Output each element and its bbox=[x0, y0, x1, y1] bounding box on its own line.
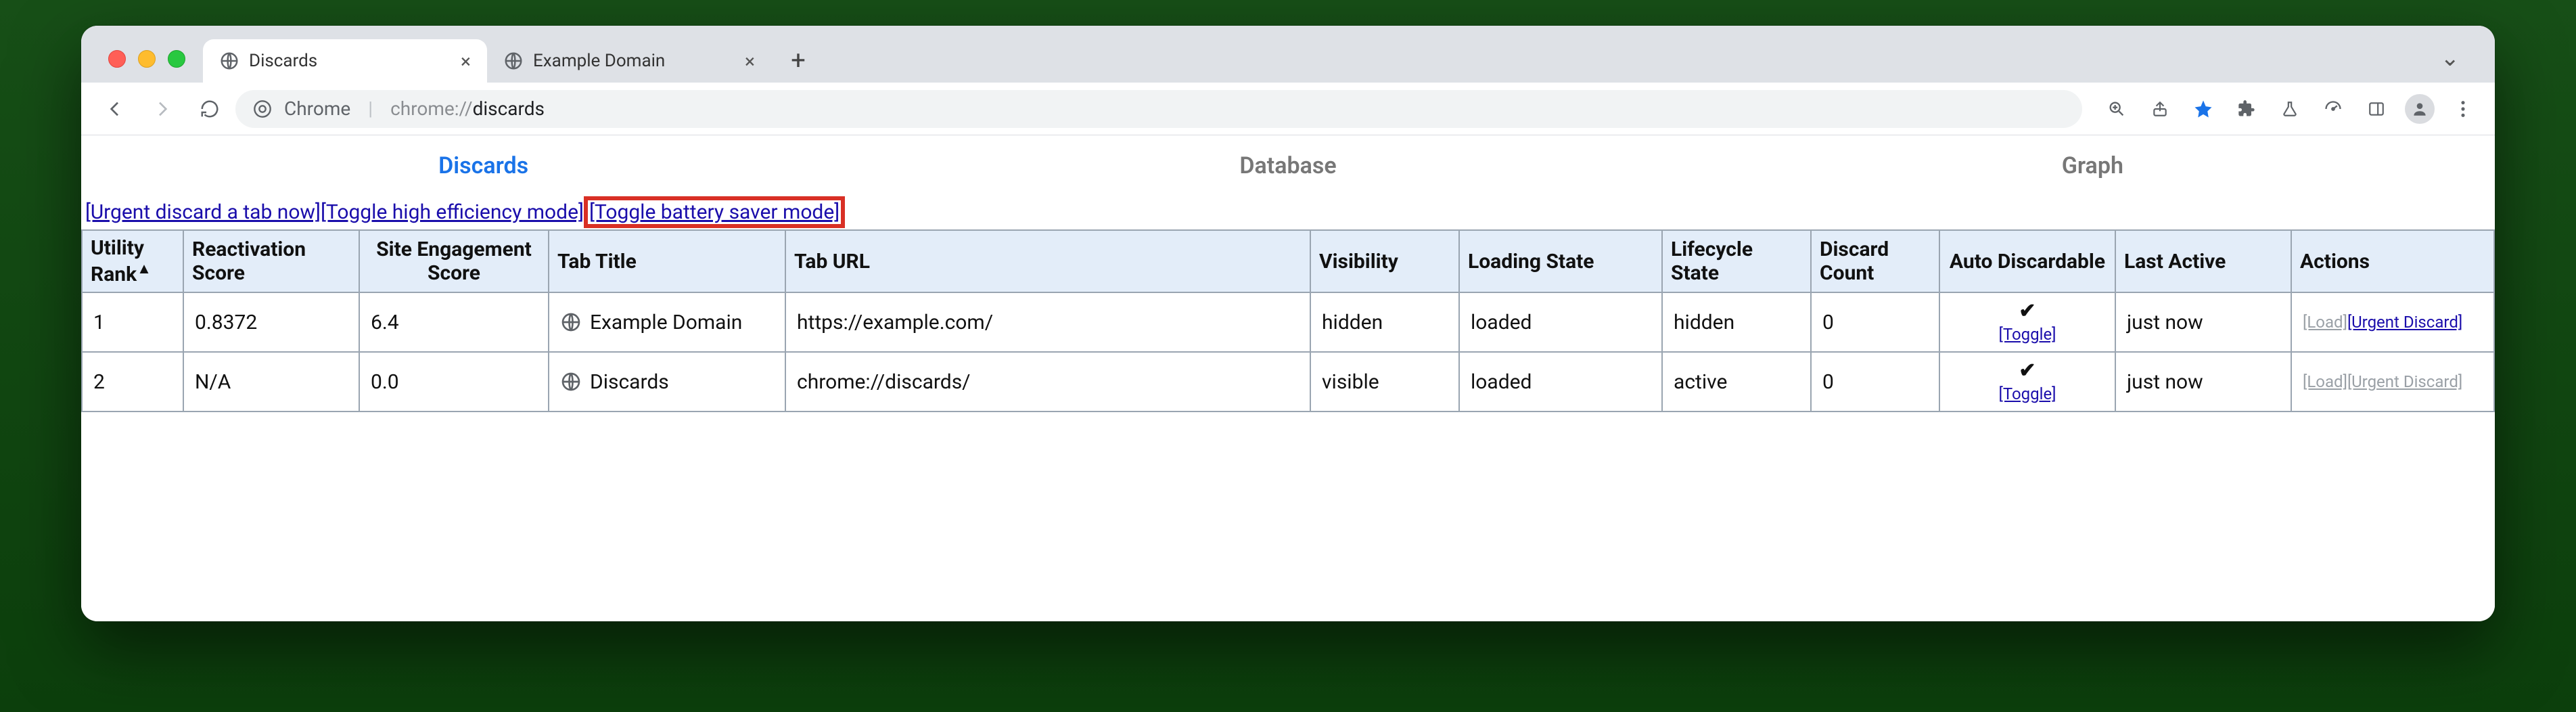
cell-actions: [Load][Urgent Discard] bbox=[2291, 352, 2494, 411]
browser-tab-example[interactable]: Example Domain × bbox=[487, 39, 771, 83]
cell-auto-discardable: ✔ [Toggle] bbox=[1939, 292, 2115, 352]
cell-utility: 2 bbox=[82, 352, 183, 411]
window-controls bbox=[97, 50, 203, 83]
discards-table: Utility Rank▲ Reactivation Score Site En… bbox=[81, 229, 2495, 412]
cell-loading: loaded bbox=[1459, 352, 1662, 411]
urgent-discard-now-link[interactable]: [Urgent discard a tab now] bbox=[85, 200, 321, 224]
cell-visibility: visible bbox=[1310, 352, 1459, 411]
checkmark-icon: ✔ bbox=[1951, 359, 2104, 382]
col-utility-rank[interactable]: Utility Rank▲ bbox=[82, 230, 183, 292]
labs-flask-icon[interactable] bbox=[2270, 89, 2309, 129]
auto-discardable-toggle-link[interactable]: [Toggle] bbox=[1998, 325, 2056, 344]
subnav-graph[interactable]: Graph bbox=[1690, 152, 2495, 179]
subnav-discards[interactable]: Discards bbox=[81, 152, 886, 179]
col-tab-url[interactable]: Tab URL bbox=[785, 230, 1310, 292]
cell-visibility: hidden bbox=[1310, 292, 1459, 352]
subnav-database[interactable]: Database bbox=[886, 152, 1690, 179]
cell-discard-count: 0 bbox=[1811, 292, 1939, 352]
minimize-window-button[interactable] bbox=[138, 50, 156, 68]
tab-strip: Discards × Example Domain × + ⌄ bbox=[81, 26, 2495, 83]
cell-tab-title: Discards bbox=[549, 352, 785, 411]
auto-discardable-toggle-link[interactable]: [Toggle] bbox=[1998, 384, 2056, 403]
share-icon[interactable] bbox=[2140, 89, 2180, 129]
cell-last-active: just now bbox=[2115, 292, 2291, 352]
tab-title: Discards bbox=[249, 51, 317, 71]
urgent-discard-link[interactable]: [Urgent Discard] bbox=[2347, 313, 2462, 332]
maximize-window-button[interactable] bbox=[168, 50, 185, 68]
checkmark-icon: ✔ bbox=[1951, 300, 2104, 322]
toolbar: Chrome | chrome://discards bbox=[81, 83, 2495, 135]
forward-button bbox=[141, 87, 184, 131]
omnibox-url: chrome://discards bbox=[390, 97, 545, 120]
load-link-disabled: [Load] bbox=[2303, 372, 2347, 391]
cell-utility: 1 bbox=[82, 292, 183, 352]
col-reactivation-score[interactable]: Reactivation Score bbox=[183, 230, 359, 292]
cell-auto-discardable: ✔ [Toggle] bbox=[1939, 352, 2115, 411]
cell-lifecycle: active bbox=[1662, 352, 1811, 411]
profile-avatar[interactable] bbox=[2400, 89, 2439, 129]
omnibox-security-label: Chrome bbox=[284, 97, 350, 120]
col-site-engagement[interactable]: Site Engagement Score bbox=[359, 230, 549, 292]
cell-tab-title: Example Domain bbox=[549, 292, 785, 352]
tabs-region: Discards × Example Domain × + bbox=[203, 39, 2441, 83]
urgent-discard-link-disabled: [Urgent Discard] bbox=[2347, 372, 2462, 391]
cell-tab-url: chrome://discards/ bbox=[785, 352, 1310, 411]
omnibox[interactable]: Chrome | chrome://discards bbox=[235, 90, 2082, 128]
action-links: [Urgent discard a tab now][Toggle high e… bbox=[81, 196, 2495, 229]
cell-site-engagement: 6.4 bbox=[359, 292, 549, 352]
cell-site-engagement: 0.0 bbox=[359, 352, 549, 411]
tab-title: Example Domain bbox=[533, 51, 665, 71]
globe-icon bbox=[560, 311, 582, 333]
close-window-button[interactable] bbox=[108, 50, 126, 68]
cell-lifecycle: hidden bbox=[1662, 292, 1811, 352]
table-row: 2 N/A 0.0 Discards chrome://discards/ vi… bbox=[82, 352, 2494, 411]
globe-icon bbox=[560, 371, 582, 393]
col-actions[interactable]: Actions bbox=[2291, 230, 2494, 292]
bookmark-star-icon[interactable] bbox=[2184, 89, 2223, 129]
cell-reactivation: 0.8372 bbox=[183, 292, 359, 352]
load-link-disabled: [Load] bbox=[2303, 313, 2347, 332]
cell-discard-count: 0 bbox=[1811, 352, 1939, 411]
back-button[interactable] bbox=[93, 87, 137, 131]
cell-tab-url: https://example.com/ bbox=[785, 292, 1310, 352]
highlight-box: [Toggle battery saver mode] bbox=[584, 196, 845, 228]
close-tab-icon[interactable]: × bbox=[745, 50, 755, 72]
subnav: Discards Database Graph bbox=[81, 135, 2495, 196]
zoom-icon[interactable] bbox=[2097, 89, 2136, 129]
cell-last-active: just now bbox=[2115, 352, 2291, 411]
globe-icon bbox=[503, 51, 524, 71]
table-header-row: Utility Rank▲ Reactivation Score Site En… bbox=[82, 230, 2494, 292]
toggle-high-efficiency-link[interactable]: [Toggle high efficiency mode] bbox=[321, 200, 584, 224]
col-discard-count[interactable]: Discard Count bbox=[1811, 230, 1939, 292]
new-tab-button[interactable]: + bbox=[781, 43, 816, 79]
reload-button[interactable] bbox=[188, 87, 231, 131]
sort-asc-icon: ▲ bbox=[137, 261, 152, 277]
toolbar-right bbox=[2097, 89, 2483, 129]
toggle-battery-saver-link[interactable]: [Toggle battery saver mode] bbox=[589, 200, 840, 224]
browser-tab-discards[interactable]: Discards × bbox=[203, 39, 487, 83]
col-loading-state[interactable]: Loading State bbox=[1459, 230, 1662, 292]
col-auto-discardable[interactable]: Auto Discardable bbox=[1939, 230, 2115, 292]
extensions-icon[interactable] bbox=[2227, 89, 2266, 129]
omnibox-separator: | bbox=[368, 97, 373, 120]
table-row: 1 0.8372 6.4 Example Domain https://exam… bbox=[82, 292, 2494, 352]
globe-icon bbox=[219, 51, 239, 71]
cell-loading: loaded bbox=[1459, 292, 1662, 352]
col-visibility[interactable]: Visibility bbox=[1310, 230, 1459, 292]
cell-reactivation: N/A bbox=[183, 352, 359, 411]
cell-tab-title-text: Discards bbox=[590, 370, 669, 394]
page-content: Discards Database Graph [Urgent discard … bbox=[81, 135, 2495, 621]
chrome-icon bbox=[253, 99, 272, 118]
col-lifecycle-state[interactable]: Lifecycle State bbox=[1662, 230, 1811, 292]
cell-tab-title-text: Example Domain bbox=[590, 311, 742, 334]
browser-window: Discards × Example Domain × + ⌄ bbox=[81, 26, 2495, 621]
kebab-menu-icon[interactable] bbox=[2443, 89, 2483, 129]
col-tab-title[interactable]: Tab Title bbox=[549, 230, 785, 292]
close-tab-icon[interactable]: × bbox=[461, 50, 471, 72]
tab-overflow-chevron-icon[interactable]: ⌄ bbox=[2441, 45, 2460, 72]
cell-actions: [Load][Urgent Discard] bbox=[2291, 292, 2494, 352]
performance-icon[interactable] bbox=[2314, 89, 2353, 129]
col-last-active[interactable]: Last Active bbox=[2115, 230, 2291, 292]
side-panel-icon[interactable] bbox=[2357, 89, 2396, 129]
